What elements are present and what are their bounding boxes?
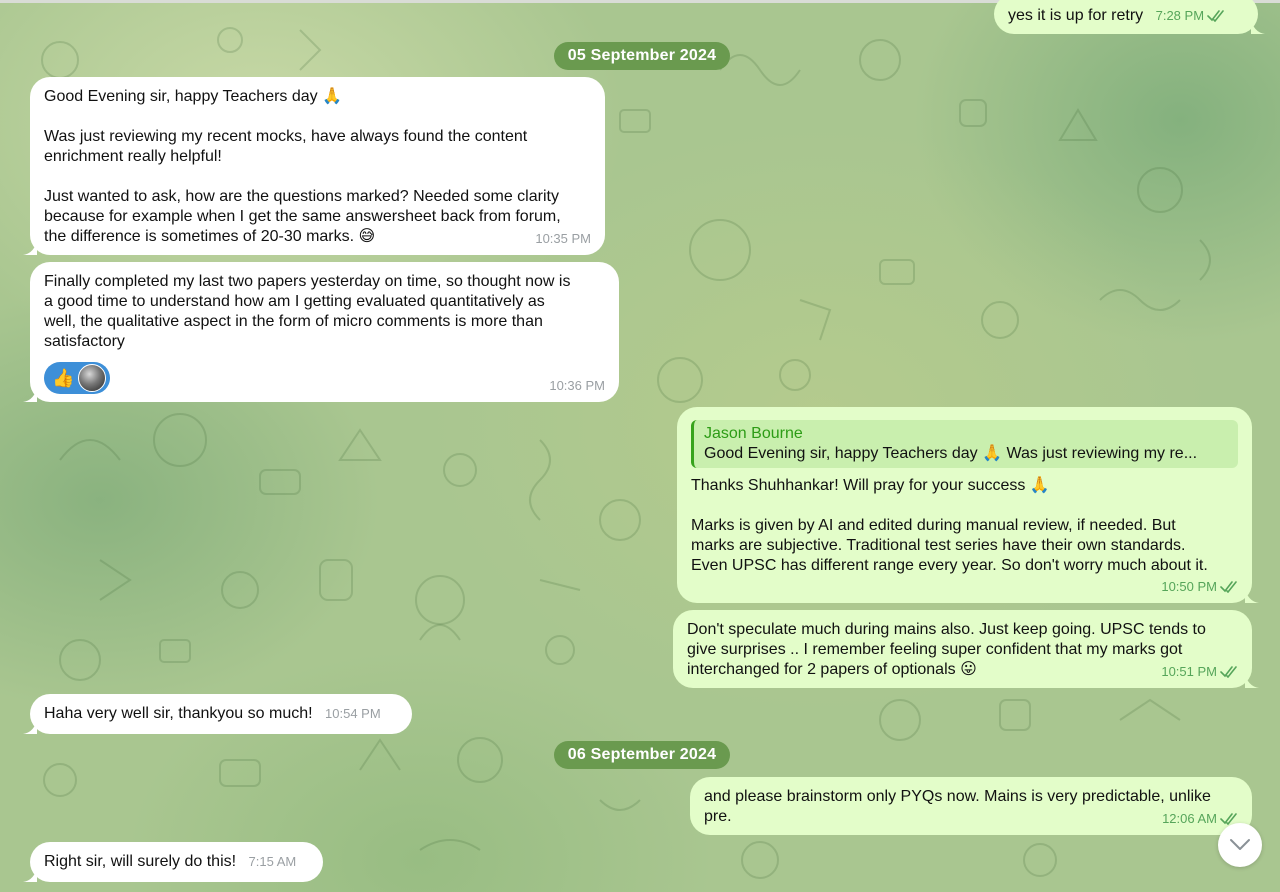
- message-text: Thanks Shuhhankar! Will pray for your su…: [691, 477, 1208, 574]
- message-time: 12:06 AM: [1162, 811, 1217, 826]
- message-text: yes it is up for retry: [1008, 7, 1144, 24]
- date-separator: 06 September 2024: [554, 741, 730, 769]
- message-meta: 10:51 PM: [1161, 664, 1238, 680]
- message-bubble-incoming[interactable]: Haha very well sir, thankyou so much! 10…: [23, 694, 412, 734]
- message-bubble-incoming[interactable]: Good Evening sir, happy Teachers day 🙏 W…: [23, 77, 605, 255]
- reply-quote[interactable]: Jason Bourne Good Evening sir, happy Tea…: [691, 420, 1238, 468]
- bubble-tail: [23, 239, 37, 255]
- bubble-tail: [23, 718, 37, 734]
- bubble-tail: [1245, 587, 1259, 603]
- scroll-to-bottom-button[interactable]: [1218, 823, 1262, 867]
- date-separator: 05 September 2024: [554, 42, 730, 70]
- reply-author: Jason Bourne: [704, 425, 803, 442]
- message-meta: 7:28 PM: [1156, 8, 1225, 24]
- message-meta: 7:15 AM: [249, 854, 297, 870]
- message-bubble-outgoing[interactable]: yes it is up for retry 7:28 PM: [994, 0, 1265, 34]
- thumbs-up-reaction: 👍: [52, 368, 75, 388]
- bubble-tail: [23, 866, 37, 882]
- message-text: and please brainstorm only PYQs now. Mai…: [704, 788, 1211, 825]
- message-meta: 10:54 PM: [325, 706, 381, 722]
- message-time: 7:28 PM: [1155, 8, 1205, 23]
- double-check-icon: [1207, 10, 1224, 22]
- message-text: Finally completed my last two papers yes…: [44, 273, 571, 350]
- message-meta: 10:36 PM: [549, 378, 605, 394]
- message-text: Haha very well sir, thankyou so much!: [44, 705, 313, 722]
- reaction-pill[interactable]: 👍: [44, 362, 111, 394]
- double-check-icon: [1220, 666, 1237, 678]
- message-time: 10:36 PM: [549, 378, 605, 393]
- message-time: 7:15 AM: [248, 854, 297, 869]
- reply-snippet: Good Evening sir, happy Teachers day 🙏 W…: [704, 445, 1198, 462]
- chevron-down-icon: [1230, 839, 1250, 850]
- message-meta: 10:35 PM: [535, 231, 591, 247]
- message-time: 10:54 PM: [325, 706, 381, 721]
- message-meta: 10:50 PM: [1161, 579, 1238, 595]
- message-time: 10:50 PM: [1161, 579, 1217, 594]
- bubble-tail: [1245, 672, 1259, 688]
- bubble-tail: [1251, 18, 1265, 34]
- message-text: Don't speculate much during mains also. …: [687, 621, 1206, 678]
- message-meta: 12:06 AM: [1162, 811, 1238, 827]
- bubble-tail: [23, 386, 37, 402]
- message-bubble-outgoing[interactable]: and please brainstorm only PYQs now. Mai…: [690, 777, 1259, 835]
- message-bubble-incoming[interactable]: Finally completed my last two papers yes…: [23, 262, 619, 402]
- message-bubble-outgoing[interactable]: Jason Bourne Good Evening sir, happy Tea…: [677, 407, 1259, 603]
- message-bubble-outgoing[interactable]: Don't speculate much during mains also. …: [673, 610, 1259, 688]
- message-text: Good Evening sir, happy Teachers day 🙏 W…: [44, 88, 561, 245]
- message-time: 10:51 PM: [1161, 664, 1217, 679]
- message-bubble-incoming[interactable]: Right sir, will surely do this! 7:15 AM: [23, 842, 323, 882]
- double-check-icon: [1220, 581, 1237, 593]
- message-time: 10:35 PM: [535, 231, 591, 246]
- message-text: Right sir, will surely do this!: [44, 853, 237, 870]
- avatar: [78, 364, 107, 392]
